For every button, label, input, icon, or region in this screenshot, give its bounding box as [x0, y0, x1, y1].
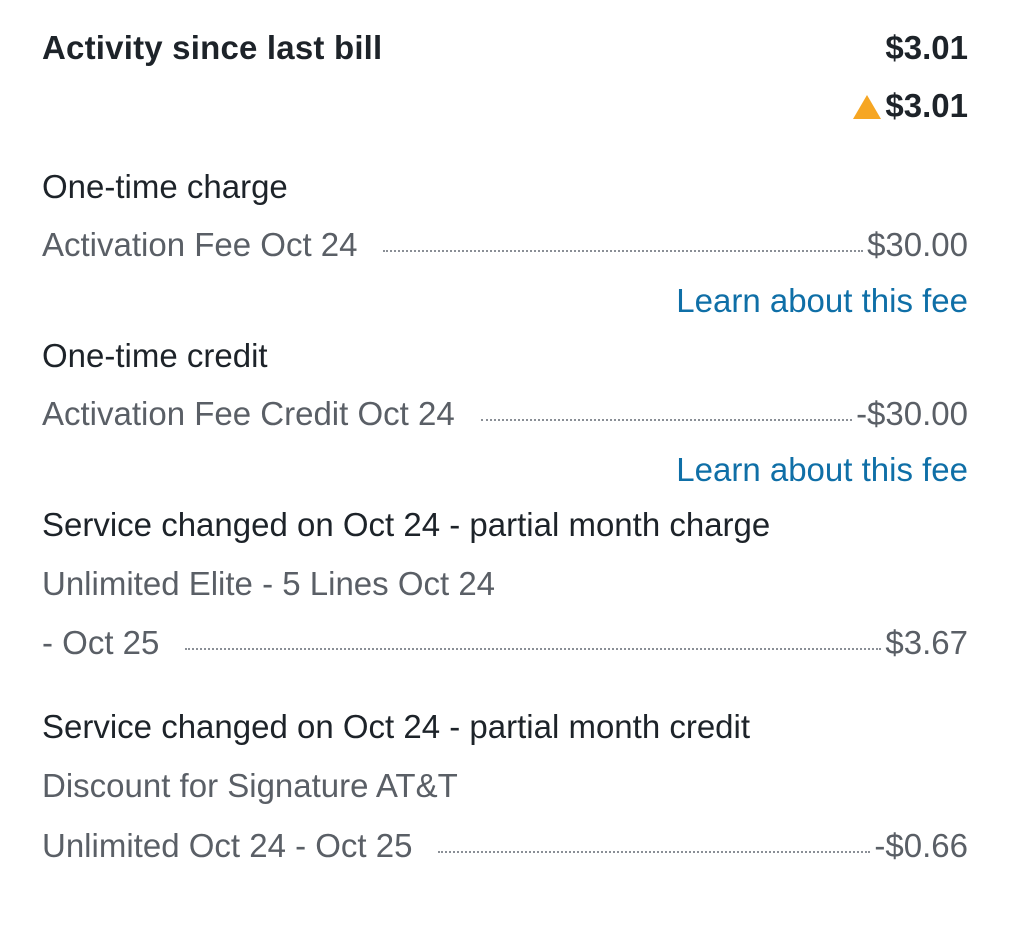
activity-title: Activity since last bill	[42, 29, 383, 66]
warning-triangle-icon	[853, 95, 882, 119]
line-item-description: Unlimited Elite - 5 Lines Oct 24	[42, 565, 496, 602]
activity-change: $3.01	[853, 87, 968, 125]
line-item-unlimited-elite: - Oct 25 $3.67	[42, 624, 968, 668]
dot-leader	[185, 648, 882, 650]
dot-leader	[438, 851, 871, 853]
line-item-label: Activation Fee Oct 24	[42, 226, 358, 263]
bill-activity-panel: Activity since last bill $3.01 $3.01 One…	[42, 0, 968, 934]
line-item-label: Activation Fee Credit Oct 24	[42, 395, 455, 432]
activity-header: Activity since last bill $3.01 $3.01	[42, 24, 968, 134]
line-item-label: Unlimited Oct 24 - Oct 25	[42, 827, 413, 864]
section-title-partial-month-credit: Service changed on Oct 24 - partial mont…	[42, 708, 751, 745]
learn-about-fee-link-charge[interactable]: Learn about this fee	[676, 282, 968, 320]
activity-change-amount: $3.01	[885, 87, 968, 124]
section-title-partial-month-charge: Service changed on Oct 24 - partial mont…	[42, 506, 771, 543]
line-item-activation-fee-credit: Activation Fee Credit Oct 24 -$30.00	[42, 395, 968, 439]
line-item-amount: $3.67	[885, 624, 968, 661]
learn-about-fee-link-credit[interactable]: Learn about this fee	[676, 451, 968, 489]
dot-leader	[383, 250, 864, 252]
dot-leader	[480, 419, 853, 421]
section-title-one-time-credit: One-time credit	[42, 337, 268, 374]
line-item-amount: -$0.66	[874, 827, 968, 864]
line-item-activation-fee: Activation Fee Oct 24 $30.00	[42, 226, 968, 270]
section-title-one-time-charge: One-time charge	[42, 168, 288, 205]
activity-total-amount: $3.01	[885, 29, 968, 66]
line-item-signature-discount: Unlimited Oct 24 - Oct 25 -$0.66	[42, 827, 968, 871]
line-item-amount: $30.00	[867, 226, 968, 263]
line-item-amount: -$30.00	[856, 395, 968, 432]
line-item-label: - Oct 25	[42, 624, 160, 661]
line-item-description: Discount for Signature AT&T	[42, 767, 458, 804]
